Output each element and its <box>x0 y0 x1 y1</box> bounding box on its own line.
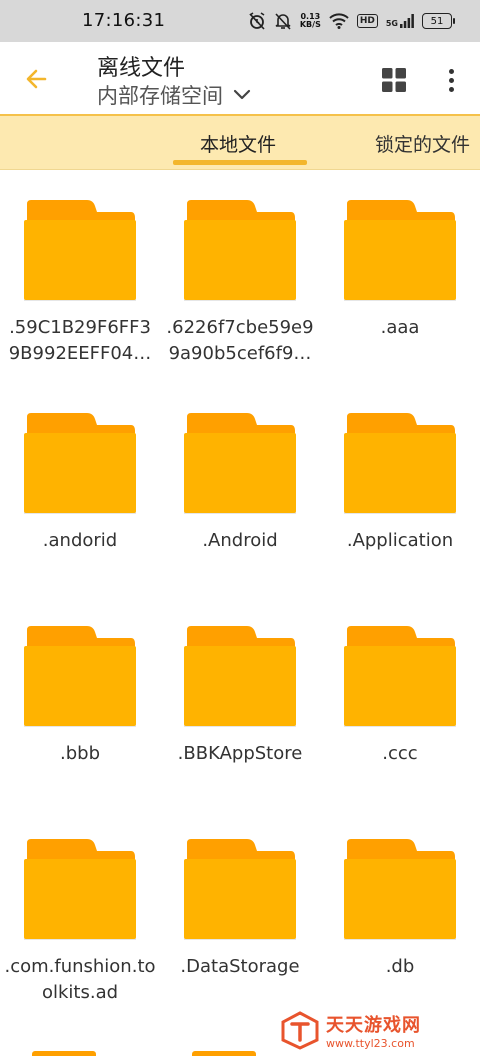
folder-item[interactable]: .6226f7cbe59e9 9a90b5cef6f9… <box>160 170 320 380</box>
grid-view-icon <box>382 68 406 92</box>
folder-item-partial[interactable] <box>32 1051 96 1056</box>
storage-selector[interactable]: 内部存储空间 <box>97 80 251 110</box>
site-watermark: 天天游戏网 www.ttyl23.com <box>280 1005 480 1055</box>
app-bar: 离线文件 内部存储空间 <box>0 42 480 116</box>
folder-item[interactable]: .Android <box>160 383 320 593</box>
folder-item[interactable]: .Application <box>320 383 480 593</box>
folder-icon <box>344 200 456 301</box>
hd-badge: HD <box>356 14 378 28</box>
tab-locked-files[interactable]: 锁定的文件 <box>375 130 470 157</box>
chevron-down-icon <box>233 89 251 100</box>
folder-icon <box>184 626 296 727</box>
tab-bar: 本地文件 锁定的文件 <box>0 116 480 170</box>
storage-label: 内部存储空间 <box>97 84 223 108</box>
folder-icon <box>24 200 136 301</box>
watermark-url: www.ttyl23.com <box>326 1036 415 1050</box>
folder-name: .db <box>385 956 415 977</box>
back-arrow-icon <box>26 69 47 89</box>
folder-item[interactable]: .aaa <box>320 170 480 380</box>
signal-bars-icon <box>400 14 414 28</box>
folder-icon <box>24 413 136 514</box>
network-speed: 0.13 KB/S <box>299 12 321 29</box>
folder-icon <box>24 839 136 940</box>
back-button[interactable] <box>20 62 54 96</box>
signal-indicator: 5G <box>386 14 414 28</box>
mute-bell-icon <box>275 13 291 30</box>
folder-icon <box>184 839 296 940</box>
folder-item[interactable]: .com.funshion.to olkits.ad <box>0 809 160 1019</box>
folder-item[interactable]: .ccc <box>320 596 480 806</box>
grid-view-button[interactable] <box>380 66 410 96</box>
folder-icon <box>344 839 456 940</box>
tab-local-files[interactable]: 本地文件 <box>200 130 276 157</box>
folder-name: .aaa <box>380 317 420 338</box>
folder-icon <box>344 413 456 514</box>
folder-name: .Android <box>202 530 278 551</box>
folder-name: .BBKAppStore <box>177 743 303 764</box>
folder-icon <box>184 413 296 514</box>
folder-name: .59C1B29F6FF3 9B992EEFF04… <box>8 317 152 364</box>
watermark-title: 天天游戏网 <box>326 1014 421 1036</box>
status-icons: 0.13 KB/S HD 5G 51 <box>248 9 455 33</box>
folder-name: .ccc <box>382 743 418 764</box>
folder-name: .Application <box>346 530 454 551</box>
folder-icon <box>24 626 136 727</box>
folder-name: .com.funshion.to olkits.ad <box>4 956 156 1003</box>
status-bar: 17:16:31 0.13 KB/S HD 5G 51 <box>0 0 480 42</box>
battery-indicator: 51 <box>422 13 455 29</box>
more-vertical-icon <box>448 68 454 74</box>
folder-item[interactable]: .BBKAppStore <box>160 596 320 806</box>
watermark-logo-icon <box>281 1011 319 1050</box>
folder-icon <box>184 200 296 301</box>
status-time: 17:16:31 <box>82 10 166 31</box>
folder-name: .DataStorage <box>180 956 300 977</box>
folder-item[interactable]: .andorid <box>0 383 160 593</box>
wifi-icon <box>329 13 349 29</box>
page-title: 离线文件 <box>97 56 186 81</box>
folder-name: .andorid <box>42 530 118 551</box>
folder-item[interactable]: .bbb <box>0 596 160 806</box>
folder-item-partial[interactable] <box>192 1051 256 1056</box>
folder-icon <box>344 626 456 727</box>
alarm-off-icon <box>249 12 265 30</box>
more-options-button[interactable] <box>440 64 462 96</box>
folder-item[interactable]: .db <box>320 809 480 1019</box>
folder-item[interactable]: .59C1B29F6FF3 9B992EEFF04… <box>0 170 160 380</box>
folder-item[interactable]: .DataStorage <box>160 809 320 1019</box>
folder-name: .6226f7cbe59e9 9a90b5cef6f9… <box>166 317 314 364</box>
active-tab-indicator <box>173 160 307 165</box>
folder-name: .bbb <box>60 743 100 764</box>
